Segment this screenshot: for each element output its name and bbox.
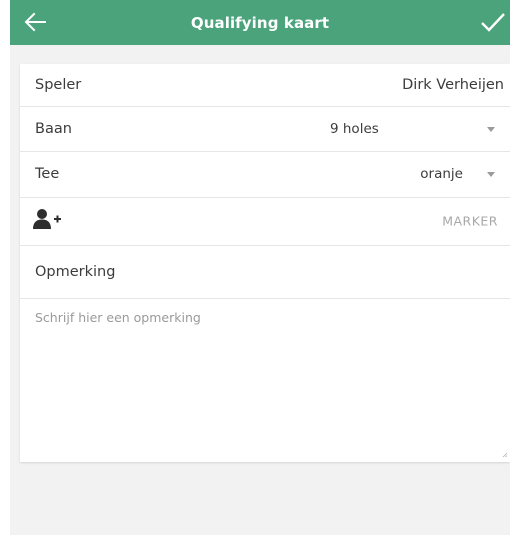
- player-value: Dirk Verheijen: [402, 77, 504, 93]
- remark-header-row: Opmerking: [20, 245, 510, 299]
- course-label: Baan: [35, 120, 72, 137]
- remark-textarea[interactable]: [20, 300, 510, 462]
- frame-edge: [0, 0, 10, 535]
- arrow-left-icon: [24, 12, 46, 32]
- add-marker-button[interactable]: [32, 208, 62, 234]
- player-row: Speler Dirk Verheijen: [20, 64, 510, 107]
- back-button[interactable]: [20, 7, 50, 37]
- checkmark-icon: [481, 13, 505, 32]
- chevron-down-icon: [487, 126, 495, 132]
- qualifying-card-form: Speler Dirk Verheijen Baan 9 holes Tee o…: [20, 64, 510, 462]
- tee-label: Tee: [35, 166, 60, 182]
- tee-select[interactable]: Tee oranje: [20, 151, 510, 198]
- tee-value: oranje: [420, 166, 463, 182]
- add-person-icon: [33, 209, 61, 229]
- remark-label: Opmerking: [35, 263, 116, 280]
- player-label: Speler: [35, 77, 82, 93]
- confirm-button[interactable]: [476, 8, 510, 38]
- marker-row: MARKER: [20, 197, 510, 246]
- app-header: Qualifying kaart: [10, 0, 510, 45]
- marker-button[interactable]: MARKER: [442, 214, 498, 229]
- chevron-down-icon: [487, 172, 495, 177]
- resize-handle-icon[interactable]: [502, 452, 508, 458]
- course-value: 9 holes: [330, 120, 379, 137]
- page-title: Qualifying kaart: [190, 13, 330, 32]
- course-select[interactable]: Baan 9 holes: [20, 106, 510, 152]
